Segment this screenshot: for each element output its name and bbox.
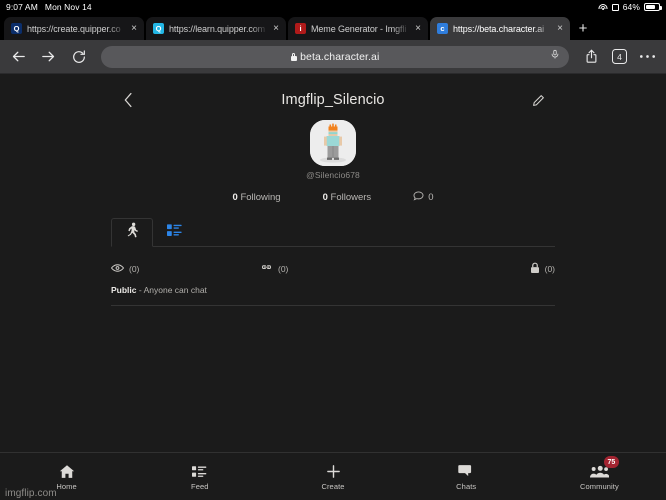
profile-header: Imgflip_Silencio bbox=[0, 83, 666, 117]
browser-tab-strip: Q https://create.quipper.co × Q https://… bbox=[0, 14, 666, 40]
page-title: Imgflip_Silencio bbox=[281, 92, 384, 108]
links-count: (0) bbox=[278, 264, 288, 274]
profile-meta-row: (0) (0) (0) bbox=[111, 262, 555, 276]
meta-views: (0) bbox=[111, 263, 139, 275]
status-bar: 9:07 AM Mon Nov 14 64% bbox=[0, 0, 666, 14]
nav-label-home: Home bbox=[56, 482, 76, 491]
share-icon[interactable] bbox=[582, 47, 601, 66]
eye-icon bbox=[111, 263, 124, 275]
link-icon bbox=[260, 264, 273, 275]
tab-title: https://learn.quipper.com bbox=[169, 24, 268, 34]
browser-tab-active[interactable]: c https://beta.character.ai × bbox=[430, 17, 570, 40]
chats-count: 0 bbox=[428, 192, 433, 203]
avatar[interactable] bbox=[310, 120, 356, 166]
stat-followers[interactable]: 0 Followers bbox=[323, 192, 372, 203]
browser-tab[interactable]: Q https://learn.quipper.com × bbox=[146, 17, 286, 40]
browser-tab[interactable]: i Meme Generator - Imgfli × bbox=[288, 17, 428, 40]
list-posts-icon bbox=[167, 224, 182, 242]
microphone-icon[interactable] bbox=[550, 48, 560, 66]
pencil-edit-icon[interactable] bbox=[528, 90, 548, 110]
followers-count: 0 bbox=[323, 192, 328, 203]
lock-icon bbox=[291, 53, 297, 61]
tab-title: https://beta.character.ai bbox=[453, 24, 552, 34]
battery-percent: 64% bbox=[623, 2, 640, 12]
bottom-navigation: Home Feed Create Chats bbox=[0, 452, 666, 500]
more-options-icon[interactable] bbox=[638, 47, 657, 66]
section-divider bbox=[111, 305, 555, 306]
browser-toolbar: beta.character.ai 4 bbox=[0, 40, 666, 74]
tab-close-icon[interactable]: × bbox=[415, 24, 421, 34]
reload-icon[interactable] bbox=[69, 47, 88, 66]
status-time: 9:07 AM bbox=[6, 2, 38, 12]
views-count: (0) bbox=[129, 264, 139, 274]
chats-icon bbox=[458, 462, 474, 479]
url-bar[interactable]: beta.character.ai bbox=[101, 46, 569, 68]
back-arrow-icon[interactable] bbox=[9, 47, 28, 66]
profile-handle: @Silencio678 bbox=[306, 170, 360, 180]
nav-item-community[interactable]: 75 Community bbox=[533, 462, 666, 491]
nav-item-home[interactable]: Home bbox=[0, 462, 133, 491]
nav-label-create: Create bbox=[321, 482, 344, 491]
profile-meta: (0) (0) (0) Public - Anyone can chat bbox=[111, 262, 555, 295]
meta-private: (0) bbox=[530, 262, 555, 276]
following-label: Following bbox=[240, 192, 280, 203]
nav-item-chats[interactable]: Chats bbox=[400, 462, 533, 491]
tab-favicon: Q bbox=[11, 23, 22, 34]
tab-title: https://create.quipper.co bbox=[27, 24, 126, 34]
profile-stats: 0 Following 0 Followers 0 bbox=[0, 191, 666, 204]
tab-close-icon[interactable]: × bbox=[557, 24, 563, 34]
status-date: Mon Nov 14 bbox=[45, 2, 92, 12]
new-tab-button[interactable]: + bbox=[572, 17, 594, 40]
character-figure-icon bbox=[126, 222, 139, 243]
battery-icon bbox=[644, 3, 660, 11]
visibility-label: Public bbox=[111, 285, 137, 295]
nav-item-feed[interactable]: Feed bbox=[133, 462, 266, 491]
forward-arrow-icon[interactable] bbox=[39, 47, 58, 66]
status-bar-right: 64% bbox=[599, 2, 660, 12]
status-bar-left: 9:07 AM Mon Nov 14 bbox=[6, 2, 92, 12]
chat-bubble-icon bbox=[413, 191, 424, 204]
avatar-section: @Silencio678 bbox=[0, 120, 666, 180]
plus-icon bbox=[326, 462, 341, 479]
visibility-text: Public - Anyone can chat bbox=[111, 285, 555, 295]
visibility-desc: - Anyone can chat bbox=[137, 285, 207, 295]
profile-tabs bbox=[111, 218, 555, 247]
meta-links: (0) bbox=[260, 264, 288, 275]
wifi-icon bbox=[599, 3, 608, 11]
nav-label-feed: Feed bbox=[191, 482, 209, 491]
lock-icon bbox=[530, 262, 540, 276]
watermark: imgflip.com bbox=[5, 488, 57, 499]
feed-list-icon bbox=[192, 462, 207, 479]
stat-following[interactable]: 0 Following bbox=[233, 192, 281, 203]
tab-close-icon[interactable]: × bbox=[131, 24, 137, 34]
following-count: 0 bbox=[233, 192, 238, 203]
followers-label: Followers bbox=[331, 192, 372, 203]
tab-favicon: Q bbox=[153, 23, 164, 34]
page-content: Imgflip_Silencio bbox=[0, 74, 666, 500]
community-people-icon: 75 bbox=[590, 462, 609, 479]
nav-label-community: Community bbox=[580, 482, 619, 491]
nav-item-create[interactable]: Create bbox=[266, 462, 399, 491]
chevron-left-icon[interactable] bbox=[118, 90, 138, 110]
stat-chats[interactable]: 0 bbox=[413, 191, 433, 204]
tab-title: Meme Generator - Imgfli bbox=[311, 24, 410, 34]
tab-posts[interactable] bbox=[153, 218, 195, 247]
tab-favicon: c bbox=[437, 23, 448, 34]
tab-close-icon[interactable]: × bbox=[273, 24, 279, 34]
alarm-icon bbox=[612, 4, 619, 11]
tab-count-button[interactable]: 4 bbox=[612, 49, 627, 64]
tab-characters[interactable] bbox=[111, 218, 153, 247]
tab-favicon: i bbox=[295, 23, 306, 34]
community-badge: 75 bbox=[604, 456, 619, 468]
nav-label-chats: Chats bbox=[456, 482, 476, 491]
pixel-character-avatar bbox=[310, 120, 356, 166]
browser-tab[interactable]: Q https://create.quipper.co × bbox=[4, 17, 144, 40]
private-count: (0) bbox=[545, 264, 555, 274]
home-icon bbox=[59, 462, 75, 479]
url-text: beta.character.ai bbox=[300, 51, 379, 63]
url-text-wrap: beta.character.ai bbox=[291, 51, 380, 63]
